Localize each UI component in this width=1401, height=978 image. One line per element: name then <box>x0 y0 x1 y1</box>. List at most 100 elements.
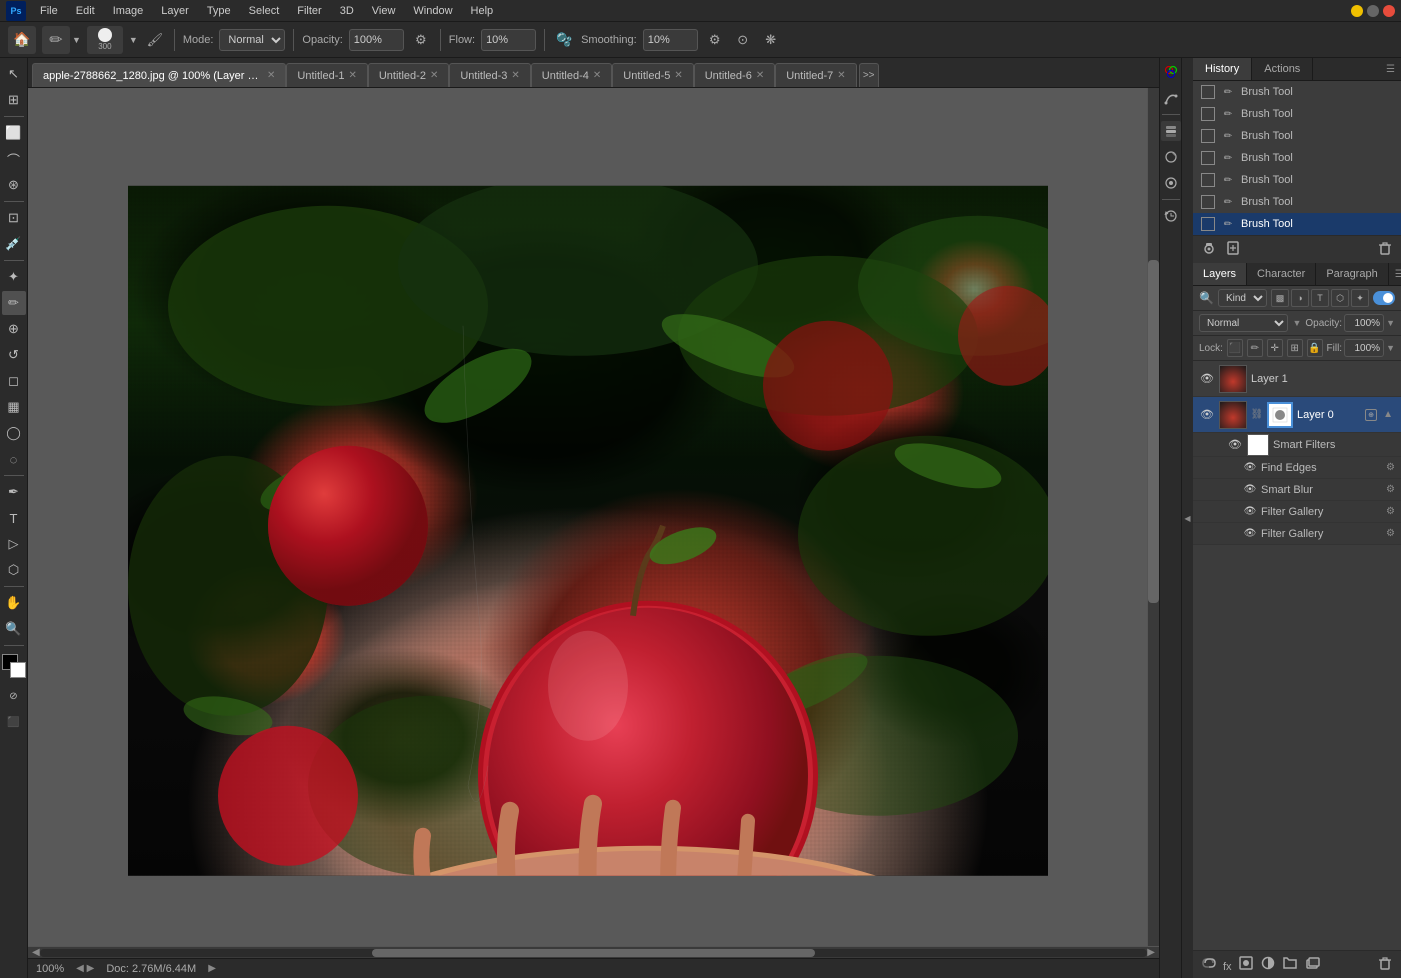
tool-gradient[interactable]: ▦ <box>2 395 26 419</box>
tool-hand[interactable]: ✋ <box>2 591 26 615</box>
tool-artboard[interactable]: ⊞ <box>2 88 26 112</box>
tab-untitled-4[interactable]: Untitled-4 ✕ <box>531 63 612 87</box>
history-delete-btn[interactable] <box>1377 240 1393 259</box>
opacity-arrow[interactable]: ▼ <box>1386 318 1395 328</box>
history-item[interactable]: ✏ Brush Tool <box>1193 147 1401 169</box>
menu-view[interactable]: View <box>364 3 404 19</box>
menu-image[interactable]: Image <box>105 3 152 19</box>
canvas-scrollbar-vertical[interactable] <box>1147 88 1159 946</box>
opacity-input[interactable] <box>349 29 404 51</box>
sfi-gallery-1-settings[interactable]: ⚙ <box>1386 506 1395 517</box>
layer-0-link-icon[interactable]: ⛓ <box>1251 409 1263 420</box>
background-color[interactable] <box>10 662 26 678</box>
menu-select[interactable]: Select <box>241 3 288 19</box>
menu-help[interactable]: Help <box>463 3 502 19</box>
sf-header-visibility[interactable]: 👁 <box>1227 437 1243 453</box>
smart-filter-smart-blur[interactable]: 👁 Smart Blur ⚙ <box>1193 479 1401 501</box>
smoothing-options[interactable]: ⚙ <box>704 29 726 51</box>
history-state-checkbox[interactable] <box>1201 195 1215 209</box>
tab-untitled-6-close[interactable]: ✕ <box>756 70 764 81</box>
styles-panel-icon[interactable] <box>1161 173 1181 193</box>
tab-untitled-1[interactable]: Untitled-1 ✕ <box>286 63 367 87</box>
sfi-gallery-1-visibility[interactable]: 👁 <box>1243 505 1257 519</box>
menu-layer[interactable]: Layer <box>153 3 197 19</box>
history-item[interactable]: ✏ Brush Tool <box>1193 191 1401 213</box>
history-menu-button[interactable]: ☰ <box>1380 60 1401 79</box>
zoom-arrow[interactable]: ◀ ▶ <box>76 963 94 974</box>
symmetry-toggle[interactable]: ❋ <box>760 29 782 51</box>
tab-untitled-6[interactable]: Untitled-6 ✕ <box>694 63 775 87</box>
tabs-overflow-button[interactable]: >> <box>859 63 879 87</box>
history-item[interactable]: ✏ Brush Tool <box>1193 125 1401 147</box>
smoothing-input[interactable] <box>643 29 698 51</box>
opacity-options-icon[interactable]: ⚙ <box>410 29 432 51</box>
layer-1-visibility[interactable]: 👁 <box>1199 371 1215 387</box>
blend-mode-arrow[interactable]: ▼ <box>1292 318 1301 328</box>
history-panel-icon[interactable] <box>1161 206 1181 226</box>
minimize-button[interactable] <box>1351 5 1363 17</box>
layers-tab[interactable]: Layers <box>1193 263 1247 285</box>
sfi-smart-blur-visibility[interactable]: 👁 <box>1243 483 1257 497</box>
fill-arrow[interactable]: ▼ <box>1386 343 1395 353</box>
history-tab[interactable]: History <box>1193 58 1252 80</box>
layer-0-expand-btn[interactable]: ▲ <box>1381 409 1395 420</box>
sfi-smart-blur-settings[interactable]: ⚙ <box>1386 484 1395 495</box>
tab-untitled-3-close[interactable]: ✕ <box>511 70 519 81</box>
maximize-button[interactable] <box>1367 5 1379 17</box>
menu-type[interactable]: Type <box>199 3 239 19</box>
layers-menu-button[interactable]: ☰ <box>1389 265 1401 284</box>
tool-brush[interactable]: ✏ <box>2 291 26 315</box>
canvas-scrollbar-horizontal[interactable]: ◀ ▶ <box>28 946 1159 958</box>
history-state-checkbox[interactable] <box>1201 151 1215 165</box>
history-state-checkbox-active[interactable] <box>1201 217 1215 231</box>
history-state-checkbox[interactable] <box>1201 85 1215 99</box>
brush-dropdown-arrow[interactable]: ▼ <box>72 35 81 45</box>
filter-pixel-icon[interactable]: ▩ <box>1271 289 1289 307</box>
layer-item-0[interactable]: 👁 ⛓ Layer 0 ⊕ ▲ <box>1193 397 1401 433</box>
opacity-value-input[interactable] <box>1344 314 1384 332</box>
tab-untitled-2-close[interactable]: ✕ <box>430 70 438 81</box>
scroll-right-arrow[interactable]: ▶ <box>1147 947 1155 958</box>
tab-untitled-7[interactable]: Untitled-7 ✕ <box>775 63 856 87</box>
layers-new-btn[interactable] <box>1304 955 1320 974</box>
layers-group-btn[interactable] <box>1282 955 1298 974</box>
brush-tool-icon[interactable]: ✏ <box>42 26 70 54</box>
tool-zoom[interactable]: 🔍 <box>2 617 26 641</box>
layers-link-btn[interactable] <box>1201 955 1217 974</box>
blend-mode-select-layers[interactable]: Normal <box>1199 314 1288 332</box>
tab-main-document[interactable]: apple-2788662_1280.jpg @ 100% (Layer 0, … <box>32 63 286 87</box>
layer-0-visibility[interactable]: 👁 <box>1199 407 1215 423</box>
brush-size-dropdown[interactable]: ▼ <box>129 35 138 45</box>
adjustments-panel-icon[interactable] <box>1161 147 1181 167</box>
sfi-gallery-2-settings[interactable]: ⚙ <box>1386 528 1395 539</box>
filter-shape-icon[interactable]: ⬡ <box>1331 289 1349 307</box>
tab-untitled-3[interactable]: Untitled-3 ✕ <box>449 63 530 87</box>
paragraph-tab[interactable]: Paragraph <box>1316 263 1388 285</box>
scrollbar-thumb-vertical[interactable] <box>1148 260 1159 603</box>
history-state-checkbox[interactable] <box>1201 129 1215 143</box>
tab-untitled-5-close[interactable]: ✕ <box>674 70 682 81</box>
history-item[interactable]: ✏ Brush Tool <box>1193 169 1401 191</box>
blend-mode-select[interactable]: Normal <box>219 29 285 51</box>
tool-quick-select[interactable]: ⊛ <box>2 173 26 197</box>
tool-eraser[interactable]: ◻ <box>2 369 26 393</box>
flow-input[interactable] <box>481 29 536 51</box>
tool-dodge[interactable]: ◌ <box>2 447 26 471</box>
smart-filter-gallery-1[interactable]: 👁 Filter Gallery ⚙ <box>1193 501 1401 523</box>
channels-panel-icon[interactable] <box>1161 62 1181 82</box>
history-new-doc-btn[interactable] <box>1225 240 1241 259</box>
tool-spot-heal[interactable]: ✦ <box>2 265 26 289</box>
history-item-active[interactable]: ✏ Brush Tool <box>1193 213 1401 235</box>
history-item[interactable]: ✏ Brush Tool <box>1193 81 1401 103</box>
layers-fx-btn[interactable]: fx <box>1223 957 1232 973</box>
history-state-checkbox[interactable] <box>1201 173 1215 187</box>
color-swatches[interactable] <box>2 654 26 678</box>
brush-options-toggle[interactable]: 🖌 <box>144 29 166 51</box>
layers-panel-icon-right[interactable] <box>1161 121 1181 141</box>
actions-tab[interactable]: Actions <box>1252 58 1313 80</box>
sfi-gallery-2-visibility[interactable]: 👁 <box>1243 527 1257 541</box>
tool-move[interactable]: ↖ <box>2 62 26 86</box>
brush-preset-picker[interactable]: 300 <box>87 26 123 54</box>
character-tab[interactable]: Character <box>1247 263 1316 285</box>
filter-smart-icon[interactable]: ✦ <box>1351 289 1369 307</box>
